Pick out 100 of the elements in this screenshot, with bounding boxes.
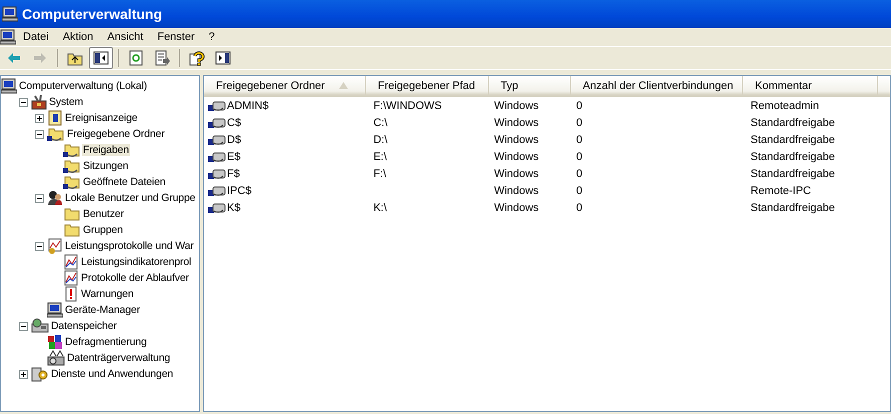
column-header[interactable]: Anzahl der Clientverbindungen xyxy=(570,76,742,96)
table-cell[interactable]: C$ xyxy=(227,116,242,128)
tree-item[interactable]: Freigaben xyxy=(82,144,130,156)
table-cell: 0 xyxy=(576,202,582,214)
collapse-icon[interactable] xyxy=(19,98,28,106)
tree-item[interactable]: Freigegebene Ordner xyxy=(66,128,166,140)
table-cell[interactable]: F$ xyxy=(227,168,240,180)
expand-icon[interactable] xyxy=(19,370,28,378)
table-cell: Standardfreigabe xyxy=(750,202,835,214)
sort-ascending-icon xyxy=(338,82,348,88)
shared-folder-icon xyxy=(63,158,81,174)
table-cell: Windows xyxy=(494,150,539,162)
table-cell: K:\ xyxy=(373,202,387,214)
collapse-icon[interactable] xyxy=(35,242,44,250)
chart-icon xyxy=(63,254,79,270)
expand-icon[interactable] xyxy=(35,114,44,122)
warning-log-icon xyxy=(63,286,79,302)
table-cell: Standardfreigabe xyxy=(750,168,835,180)
collapse-icon[interactable] xyxy=(35,194,44,202)
table-cell: E:\ xyxy=(373,150,387,162)
tree-item[interactable]: Ereignisanzeige xyxy=(64,112,138,124)
app-icon xyxy=(2,6,18,22)
disk-drive-icon xyxy=(47,350,65,366)
shared-drive-icon xyxy=(208,132,226,146)
tree-item[interactable]: Lokale Benutzer und Gruppe xyxy=(64,192,196,204)
tree-item[interactable]: Geräte-Manager xyxy=(64,304,141,316)
computer-icon xyxy=(1,78,17,94)
table-cell: 0 xyxy=(576,168,582,180)
toolbar-button[interactable] xyxy=(89,47,113,69)
refresh-icon xyxy=(128,50,144,66)
shared-drive-icon xyxy=(208,98,226,112)
tree-item[interactable]: Defragmentierung xyxy=(64,336,148,348)
table-cell: 0 xyxy=(576,184,582,196)
collapse-icon[interactable] xyxy=(19,322,28,330)
column-header[interactable]: Freigegebener Pfad xyxy=(365,76,488,96)
table-cell[interactable]: IPC$ xyxy=(227,184,252,196)
shared-drive-icon xyxy=(208,116,226,130)
tree-item[interactable]: Warnungen xyxy=(80,288,135,300)
table-cell: Windows xyxy=(494,202,539,214)
shared-drive-icon xyxy=(208,184,226,198)
tree-item[interactable]: Leistungsindikatorenprol xyxy=(80,256,192,268)
shared-drive-icon xyxy=(208,200,226,214)
column-header[interactable]: Freigegebener Ordner xyxy=(204,76,366,96)
table-cell: Windows xyxy=(494,168,539,180)
table-cell: F:\WINDOWS xyxy=(373,100,442,112)
shared-folder-icon xyxy=(63,174,81,190)
tree-item[interactable]: Datenträgerverwaltung xyxy=(66,352,172,364)
table-cell: Standardfreigabe xyxy=(750,150,835,162)
storage-icon xyxy=(31,318,49,334)
table-cell: Windows xyxy=(494,134,539,146)
tree-item[interactable]: Leistungsprotokolle und War xyxy=(64,240,195,252)
tree-item[interactable]: System xyxy=(48,96,84,108)
chart-icon xyxy=(63,270,79,286)
table-cell: 0 xyxy=(576,116,582,128)
table-cell: Remoteadmin xyxy=(750,100,819,112)
tree-item[interactable]: Dienste und Anwendungen xyxy=(50,368,174,380)
menu-item[interactable]: Fenster xyxy=(150,31,202,43)
menu-item[interactable]: Ansicht xyxy=(100,31,150,43)
column-header[interactable]: Kommentar xyxy=(742,76,878,96)
table-cell: D:\ xyxy=(373,134,388,146)
services-icon xyxy=(31,366,49,382)
table-cell: Windows xyxy=(494,100,539,112)
help-icon xyxy=(189,50,205,66)
tree-item[interactable]: Computerverwaltung (Lokal) xyxy=(18,80,148,92)
menu-item[interactable]: Datei xyxy=(16,31,56,43)
menu-item[interactable]: ? xyxy=(202,31,222,43)
table-cell: Standardfreigabe xyxy=(750,116,835,128)
forward-icon xyxy=(32,50,48,66)
menu-item[interactable]: Aktion xyxy=(56,31,100,43)
action-pane-icon xyxy=(215,50,231,66)
table-cell: Remote-IPC xyxy=(750,184,812,196)
column-header[interactable]: Typ xyxy=(488,76,570,96)
shared-drive-icon xyxy=(208,166,226,180)
collapse-icon[interactable] xyxy=(35,130,44,138)
event-log-icon xyxy=(47,110,63,126)
window-title: Computerverwaltung xyxy=(22,6,162,22)
table-cell[interactable]: E$ xyxy=(227,150,240,162)
users-icon xyxy=(47,190,63,206)
table-cell[interactable]: ADMIN$ xyxy=(227,100,269,112)
tree-item[interactable]: Benutzer xyxy=(82,208,125,220)
tree-item[interactable]: Geöffnete Dateien xyxy=(82,176,166,188)
tree-item[interactable]: Sitzungen xyxy=(82,160,130,172)
app-menu-icon xyxy=(0,29,16,45)
table-cell: F:\ xyxy=(373,168,386,180)
tree-item[interactable]: Gruppen xyxy=(82,224,124,236)
table-cell[interactable]: K$ xyxy=(227,202,240,214)
defrag-icon xyxy=(47,334,63,350)
export-icon xyxy=(154,50,170,66)
table-cell: 0 xyxy=(576,134,582,146)
table-cell: C:\ xyxy=(373,116,388,128)
shared-folder-icon xyxy=(47,126,65,142)
shared-drive-icon xyxy=(208,150,226,164)
table-cell: 0 xyxy=(576,100,582,112)
folder-icon xyxy=(63,222,81,238)
shared-folder-icon xyxy=(63,142,81,158)
tree-item[interactable]: Datenspeicher xyxy=(50,320,118,332)
table-cell: 0 xyxy=(576,150,582,162)
table-cell[interactable]: D$ xyxy=(227,134,242,146)
folder-icon xyxy=(63,206,81,222)
tree-item[interactable]: Protokolle der Ablaufver xyxy=(80,272,190,284)
